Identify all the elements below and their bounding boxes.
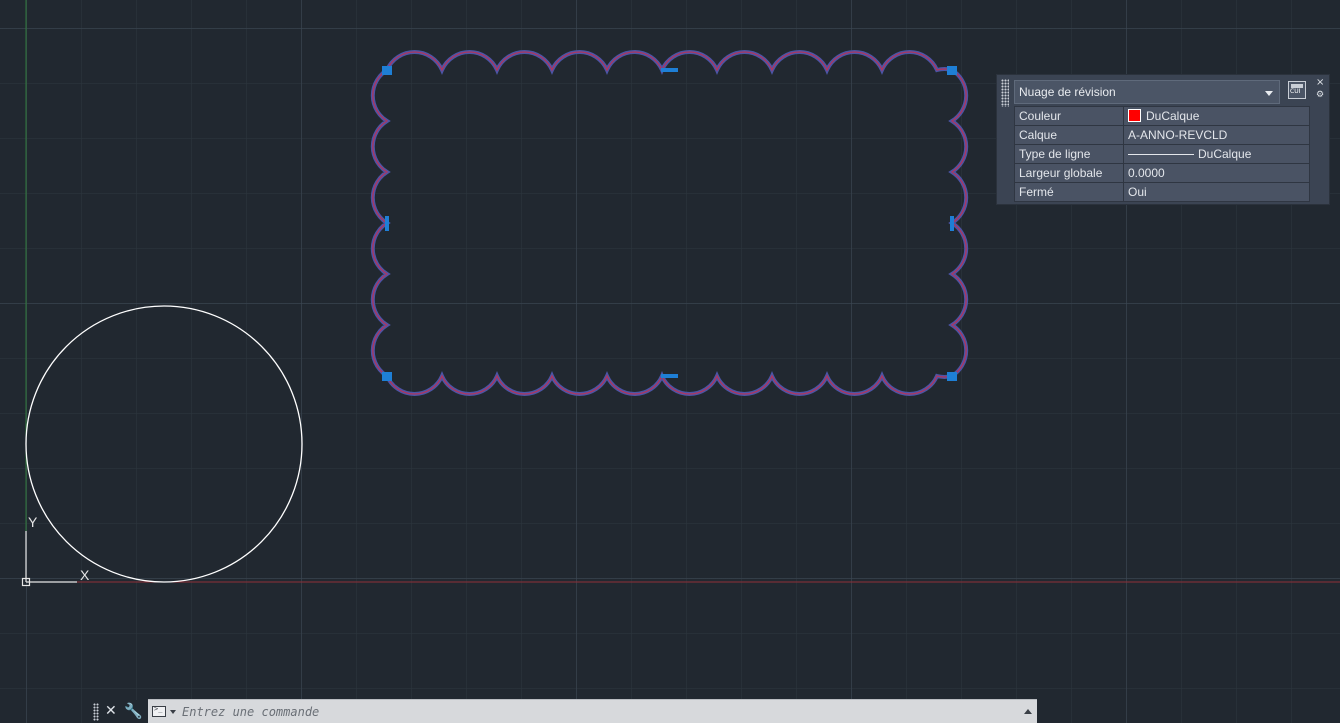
property-name: Calque xyxy=(1014,125,1124,145)
property-row-global-width[interactable]: Largeur globale 0.0000 xyxy=(1014,163,1310,183)
wrench-icon[interactable]: 🔧 xyxy=(124,702,143,720)
gear-icon[interactable]: ⚙ xyxy=(1316,90,1324,100)
close-icon[interactable]: × xyxy=(1316,77,1324,88)
property-value[interactable]: A-ANNO-REVCLD xyxy=(1123,125,1310,145)
chevron-down-icon[interactable] xyxy=(170,710,176,714)
command-line-handle: ✕ 🔧 xyxy=(90,700,148,723)
circle-object[interactable] xyxy=(25,305,303,583)
ucs-y-label: Y xyxy=(28,514,38,530)
property-value[interactable]: DuCalque xyxy=(1123,106,1310,126)
grips[interactable] xyxy=(382,66,957,381)
corner-grip[interactable] xyxy=(382,372,392,381)
color-swatch xyxy=(1128,109,1141,122)
corner-grip[interactable] xyxy=(947,372,957,381)
midpoint-grip[interactable] xyxy=(661,68,678,72)
property-value-text: DuCalque xyxy=(1146,109,1200,123)
property-row-linetype[interactable]: Type de ligne DuCalque xyxy=(1014,144,1310,164)
property-row-color[interactable]: Couleur DuCalque xyxy=(1014,106,1310,126)
customize-ui-button[interactable]: CUI xyxy=(1288,81,1306,99)
midpoint-grip[interactable] xyxy=(661,374,678,378)
command-line xyxy=(148,699,1037,723)
property-name: Fermé xyxy=(1014,182,1124,202)
revision-cloud-outline[interactable] xyxy=(370,49,969,397)
property-row-closed[interactable]: Fermé Oui xyxy=(1014,182,1310,202)
midpoint-grip[interactable] xyxy=(385,216,389,231)
revision-cloud-path[interactable] xyxy=(372,51,967,395)
property-value[interactable]: DuCalque xyxy=(1123,144,1310,164)
cui-label: CUI xyxy=(1290,88,1301,95)
midpoint-grip[interactable] xyxy=(950,216,954,231)
chevron-up-icon[interactable] xyxy=(1024,709,1032,714)
ucs-icon: Y X xyxy=(21,514,90,587)
property-value-text: DuCalque xyxy=(1198,147,1252,161)
palette-grip-handle[interactable] xyxy=(1001,79,1009,107)
object-type-select[interactable]: Nuage de révision xyxy=(1014,80,1280,104)
property-row-layer[interactable]: Calque A-ANNO-REVCLD xyxy=(1014,125,1310,145)
corner-grip[interactable] xyxy=(947,66,957,75)
command-input[interactable] xyxy=(182,703,1022,720)
ucs-x-label: X xyxy=(80,567,90,583)
revision-cloud[interactable] xyxy=(370,49,969,397)
property-value[interactable]: 0.0000 xyxy=(1123,163,1310,183)
command-line-grip[interactable] xyxy=(93,703,99,721)
object-type-value: Nuage de révision xyxy=(1019,85,1116,99)
close-icon[interactable]: ✕ xyxy=(105,703,117,719)
corner-grip[interactable] xyxy=(382,66,392,75)
property-name: Largeur globale xyxy=(1014,163,1124,183)
quick-properties-palette: Nuage de révision CUI × ⚙ Couleur DuCalq… xyxy=(996,74,1330,205)
chevron-down-icon xyxy=(1265,91,1273,96)
property-name: Couleur xyxy=(1014,106,1124,126)
property-name: Type de ligne xyxy=(1014,144,1124,164)
property-value[interactable]: Oui xyxy=(1123,182,1310,202)
properties-table: Couleur DuCalque Calque A-ANNO-REVCLD Ty… xyxy=(1014,106,1310,202)
command-prompt-icon[interactable] xyxy=(152,705,166,717)
linetype-sample xyxy=(1128,154,1194,155)
